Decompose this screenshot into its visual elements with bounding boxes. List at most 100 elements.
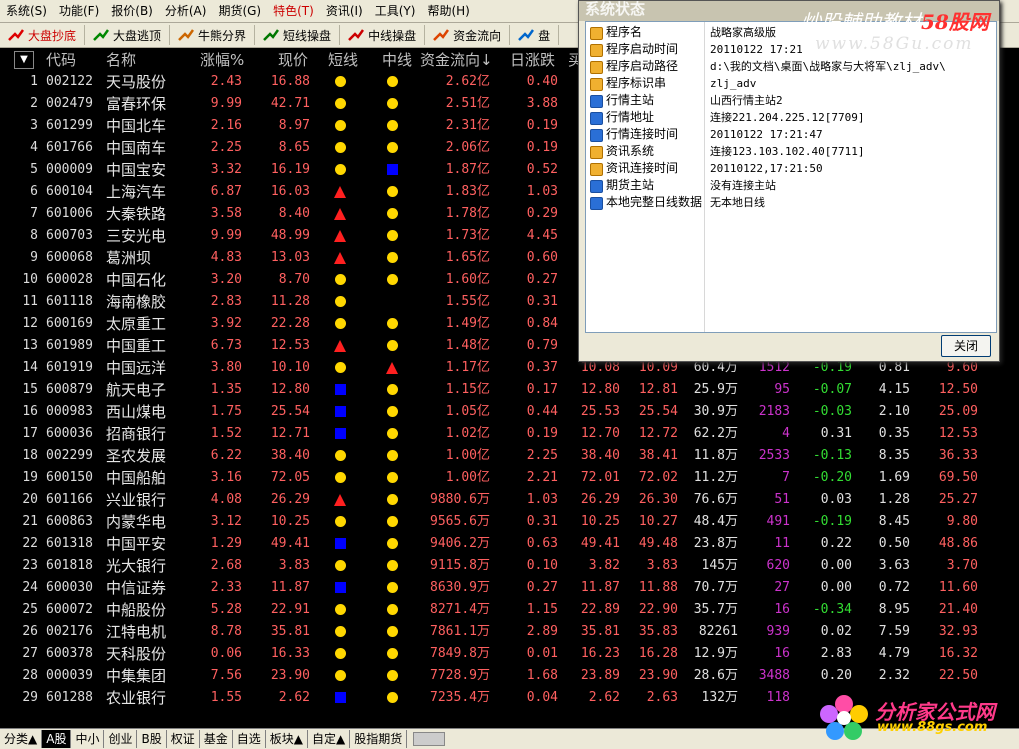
yellow-dot-icon [386, 494, 398, 505]
toolbar-button-0[interactable]: 大盘抄底 [0, 25, 86, 45]
stock-code: 600104 [46, 184, 93, 199]
short-trade-icon [263, 28, 280, 42]
toolbar-label: 大盘逃顶 [113, 28, 162, 43]
menu-item-5[interactable]: 特色(T) [267, 0, 320, 22]
bid-price: 16.23 [580, 646, 620, 661]
close-button[interactable]: 关闭 [941, 335, 991, 357]
toolbar-button-3[interactable]: 短线操盘 [255, 25, 341, 45]
stock-name: 天马股份 [106, 73, 167, 91]
table-row[interactable]: 20 601166 兴业银行 4.08 26.29 9880.6万 1.03 26.29 26.… [0, 489, 1019, 511]
stock-name: 葛洲坝 [106, 249, 152, 267]
short-signal [332, 577, 348, 599]
table-row[interactable]: 26 002176 江特电机 8.78 35.81 7861.1万 2.89 35.81 35.… [0, 621, 1019, 643]
stock-code: 002122 [46, 74, 93, 89]
menu-item-6[interactable]: 资讯(I) [320, 0, 369, 22]
stock-name: 富春环保 [106, 95, 167, 113]
menu-item-2[interactable]: 报价(B) [105, 0, 159, 22]
mid-signal [384, 489, 400, 511]
tab-7[interactable]: 自选 [233, 730, 266, 748]
header-flow[interactable]: 资金流向↓ [420, 49, 493, 71]
table-row[interactable]: 28 000039 中集集团 7.56 23.90 7728.9万 1.68 23.89 23.… [0, 665, 1019, 687]
table-row[interactable]: 17 600036 招商银行 1.52 12.71 1.02亿 0.19 12.70 12.72… [0, 423, 1019, 445]
header-mid[interactable]: 中线 [382, 49, 412, 71]
menu-item-4[interactable]: 期货(G) [212, 0, 267, 22]
table-row[interactable]: 19 600150 中国船舶 3.16 72.05 1.00亿 2.21 72.01 72.02… [0, 467, 1019, 489]
tab-10[interactable]: 股指期货 [350, 730, 408, 748]
menu-item-0[interactable]: 系统(S) [0, 0, 53, 22]
tab-6[interactable]: 基金 [200, 730, 233, 748]
current-price: 10.10 [270, 360, 310, 375]
bid-price: 49.41 [580, 536, 620, 551]
yellow-dot-icon [334, 670, 346, 681]
short-signal [332, 203, 348, 225]
ask-price: 26.30 [638, 492, 678, 507]
stock-name: 中国宝安 [106, 161, 167, 179]
total-volume: 145万 [701, 558, 738, 573]
tab-1[interactable]: A股 [42, 730, 72, 748]
header-day[interactable]: 日涨跌 [510, 49, 555, 71]
short-signal [332, 379, 348, 401]
tab-0[interactable]: 分类▲ [0, 730, 43, 748]
toolbar-button-6[interactable]: 盘 [510, 25, 560, 45]
tab-3[interactable]: 创业 [104, 730, 138, 748]
table-row[interactable]: 24 600030 中信证券 2.33 11.87 8630.9万 0.27 11.87 11.… [0, 577, 1019, 599]
mid-signal [384, 665, 400, 687]
menu-item-8[interactable]: 帮助(H) [421, 0, 475, 22]
table-row[interactable]: 21 600863 内蒙华电 3.12 10.25 9565.6万 0.31 10.25 10.… [0, 511, 1019, 533]
stock-name: 农业银行 [106, 689, 167, 707]
toolbar-button-2[interactable]: 牛熊分界 [170, 25, 256, 45]
current-price: 35.81 [270, 624, 310, 639]
table-row[interactable]: 15 600879 航天电子 1.35 12.80 1.15亿 0.17 12.80 12.81… [0, 379, 1019, 401]
current-price: 25.54 [270, 404, 310, 419]
stock-name: 中国重工 [106, 337, 167, 355]
board-icon [518, 28, 535, 42]
short-signal [332, 555, 348, 577]
blue-square-icon [334, 406, 346, 417]
yellow-dot-icon [386, 560, 398, 571]
mid-signal [384, 533, 400, 555]
turnover: 0.50 [878, 536, 910, 551]
current-volume: 118 [766, 690, 790, 705]
header-short[interactable]: 短线 [328, 49, 358, 71]
table-row[interactable]: 22 601318 中国平安 1.29 49.41 9406.2万 0.63 49.41 49.… [0, 533, 1019, 555]
toolbar-button-5[interactable]: 资金流向 [425, 25, 511, 45]
yellow-dot-icon [334, 296, 346, 307]
header-code[interactable]: 代码 [46, 49, 76, 71]
tab-4[interactable]: B股 [137, 730, 167, 748]
toolbar-button-4[interactable]: 中线操盘 [340, 25, 426, 45]
speed: 0.31 [820, 426, 852, 441]
table-row[interactable]: 25 600072 中船股份 5.28 22.91 8271.4万 1.15 22.89 22.… [0, 599, 1019, 621]
tab-2[interactable]: 中小 [71, 730, 105, 748]
table-row[interactable]: 23 601818 光大银行 2.68 3.83 9115.8万 0.10 3.82 3.83 1… [0, 555, 1019, 577]
column-menu-icon[interactable]: ▼ [14, 51, 34, 69]
toolbar-button-1[interactable]: 大盘逃顶 [85, 25, 171, 45]
mid-signal [384, 335, 400, 357]
yellow-dot-icon [386, 626, 398, 637]
header-name[interactable]: 名称 [106, 49, 136, 71]
day-change: 0.29 [526, 206, 558, 221]
header-pct[interactable]: 涨幅% [200, 49, 244, 71]
watermark-logo-88gs: 分析家公式网 www.88gs.com [815, 690, 1019, 746]
current-price: 22.28 [270, 316, 310, 331]
status-row: 期货主站 没有连接主站 [586, 177, 996, 194]
tab-5[interactable]: 权证 [167, 730, 200, 748]
change-pct: 1.35 [210, 382, 242, 397]
tab-9[interactable]: 自定▲ [308, 730, 351, 748]
menu-item-3[interactable]: 分析(A) [159, 0, 213, 22]
info-icon [590, 95, 603, 108]
stock-code: 600036 [46, 426, 93, 441]
table-row[interactable]: 27 600378 天科股份 0.06 16.33 7849.8万 0.01 16.23 16.… [0, 643, 1019, 665]
folder-icon [590, 61, 603, 74]
tab-8[interactable]: 板块▲ [266, 730, 308, 748]
table-row[interactable]: 18 002299 圣农发展 6.22 38.40 1.00亿 2.25 38.40 38.41… [0, 445, 1019, 467]
change-pct: 6.22 [210, 448, 242, 463]
open-price: 25.27 [938, 492, 978, 507]
horizontal-scrollbar[interactable] [413, 732, 446, 746]
menu-item-1[interactable]: 功能(F) [53, 0, 105, 22]
header-price[interactable]: 现价 [278, 49, 308, 71]
menu-item-7[interactable]: 工具(Y) [369, 0, 422, 22]
table-row[interactable]: 16 000983 西山煤电 1.75 25.54 1.05亿 0.44 25.53 25.54… [0, 401, 1019, 423]
status-key: 本地完整日线数据 [606, 195, 703, 209]
blue-square-icon [334, 582, 346, 593]
stock-name: 中国石化 [106, 271, 167, 289]
